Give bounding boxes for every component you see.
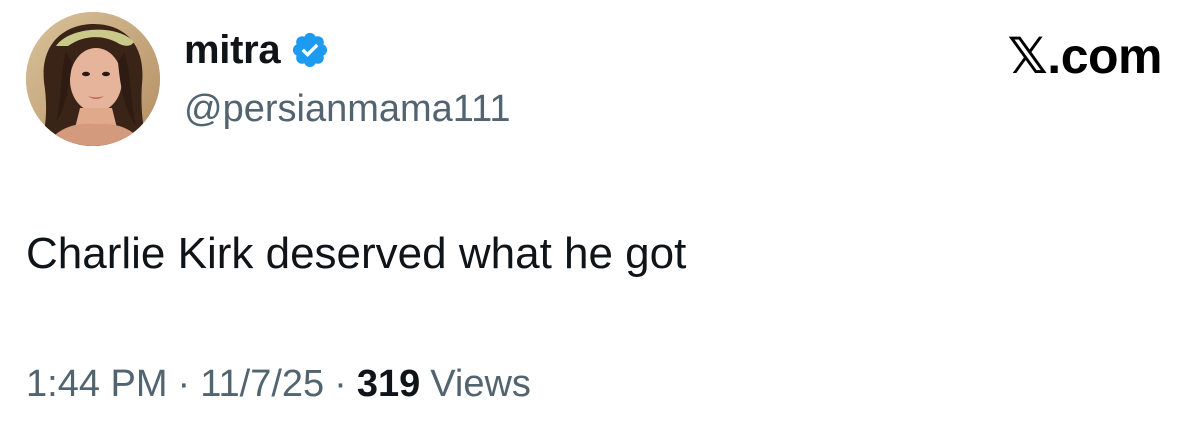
tweet-card: mitra @persianmama111 𝕏.com Charlie Kirk… — [0, 0, 1200, 431]
tweet-time[interactable]: 1:44 PM — [26, 360, 168, 408]
meta-separator: · — [334, 363, 347, 405]
avatar[interactable] — [26, 12, 160, 146]
tweet-text: Charlie Kirk deserved what he got — [26, 229, 687, 278]
views-count[interactable]: 319 — [357, 360, 420, 408]
tweet-date[interactable]: 11/7/25 — [200, 360, 324, 408]
avatar-image — [26, 12, 160, 146]
display-name[interactable]: mitra — [184, 26, 281, 74]
meta-separator: · — [177, 363, 191, 405]
author-handle[interactable]: @persianmama111 — [184, 86, 511, 132]
tweet-meta: 1:44 PM · 11/7/25 · 319 Views — [26, 360, 531, 408]
verified-badge-icon — [290, 30, 330, 70]
views-label[interactable]: Views — [430, 360, 531, 408]
x-com-logo: 𝕏.com — [1007, 28, 1163, 84]
author-name-row: mitra — [184, 26, 330, 74]
